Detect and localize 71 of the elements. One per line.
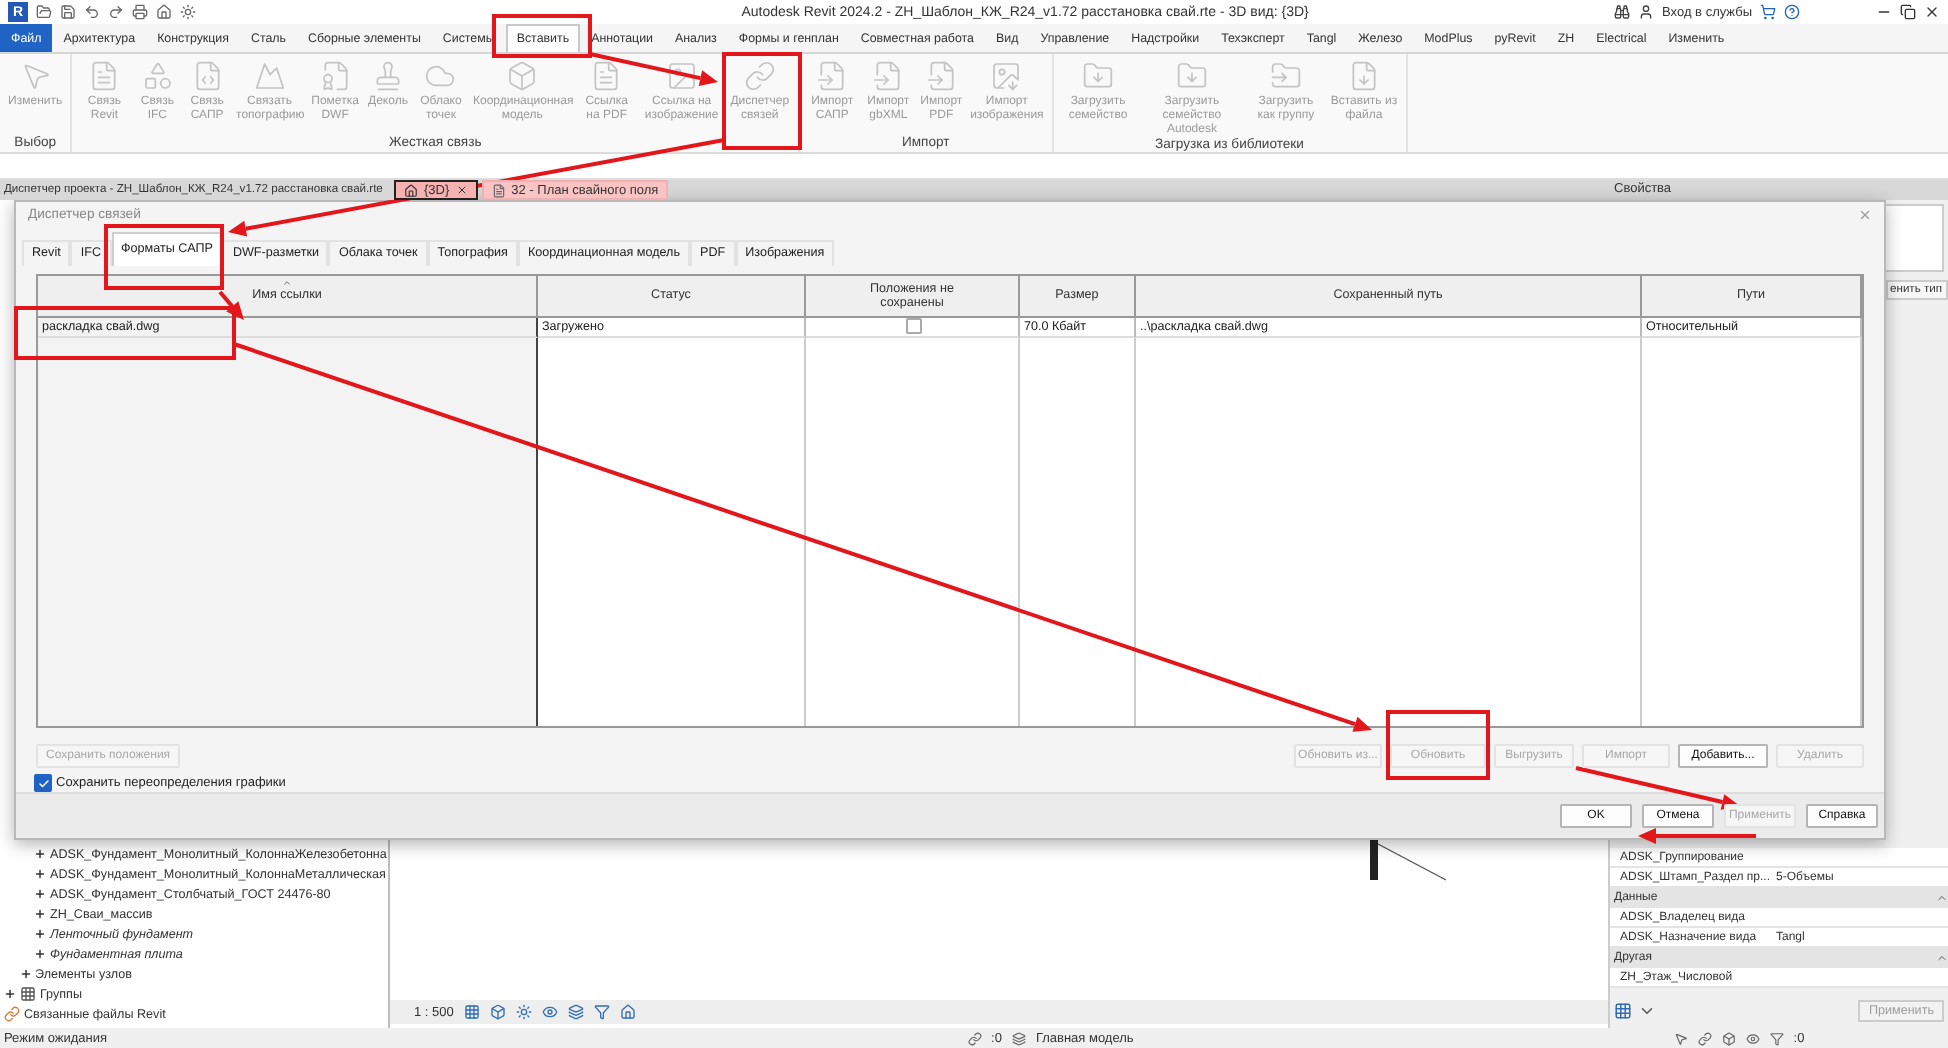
- highlight-frame: [1386, 710, 1490, 780]
- cube-icon[interactable]: [489, 1004, 506, 1020]
- annotation-arrow: [218, 290, 244, 320]
- expand-icon[interactable]: [34, 928, 46, 940]
- highlight-frame: [722, 52, 802, 150]
- restore-icon[interactable]: [1900, 4, 1916, 20]
- file-import-icon: [872, 60, 905, 92]
- printer-icon[interactable]: [132, 4, 148, 20]
- home-icon: [404, 183, 418, 197]
- sun-icon[interactable]: [180, 4, 196, 20]
- link-icon: [4, 1006, 20, 1022]
- mountain-icon: [253, 60, 286, 92]
- home-icon[interactable]: [619, 1004, 636, 1020]
- grid-icon[interactable]: [463, 1004, 480, 1020]
- code-file-icon: [191, 60, 224, 92]
- stamp-icon: [372, 60, 404, 92]
- file-download-icon: [1347, 60, 1380, 92]
- category-icon[interactable]: [1614, 1001, 1632, 1019]
- expand-icon[interactable]: [34, 848, 46, 860]
- file-import-icon: [816, 60, 849, 92]
- home-icon[interactable]: [156, 4, 172, 20]
- undo-icon[interactable]: [84, 4, 100, 20]
- folder-download-icon: [1175, 60, 1208, 92]
- checkbox[interactable]: [906, 318, 922, 335]
- highlight-frame: [492, 14, 592, 58]
- expand-icon[interactable]: [19, 968, 31, 980]
- open-folder-icon[interactable]: [36, 4, 52, 20]
- folder-import-icon: [1269, 60, 1302, 92]
- close-icon[interactable]: [455, 184, 468, 196]
- filter-icon[interactable]: [1769, 1031, 1784, 1045]
- link-icon: [743, 60, 776, 92]
- expand-icon[interactable]: [34, 908, 46, 920]
- checkbox[interactable]: [34, 774, 52, 793]
- layers-icon[interactable]: [567, 1004, 584, 1020]
- eye-icon[interactable]: [1745, 1031, 1760, 1045]
- document-icon: [491, 183, 506, 197]
- cube-icon[interactable]: [1721, 1031, 1736, 1045]
- eye-icon[interactable]: [541, 1004, 558, 1020]
- document-icon: [88, 60, 121, 92]
- annotation-arrow: [1638, 828, 1756, 844]
- sun-icon[interactable]: [515, 1004, 532, 1020]
- cloud-icon: [424, 60, 457, 92]
- cart-icon[interactable]: [1760, 4, 1776, 20]
- link-icon[interactable]: [967, 1031, 982, 1045]
- highlight-frame: [104, 224, 224, 290]
- sort-icon: [282, 277, 292, 288]
- redo-icon[interactable]: [108, 4, 124, 20]
- save-icon[interactable]: [60, 4, 76, 20]
- annotation-arrow: [589, 52, 718, 86]
- folder-download-icon: [1082, 60, 1115, 92]
- link-icon[interactable]: [1697, 1031, 1712, 1045]
- filter-icon[interactable]: [593, 1004, 610, 1020]
- layers-icon[interactable]: [1011, 1031, 1026, 1045]
- pointer-icon: [19, 60, 52, 92]
- pointer-icon[interactable]: [1673, 1031, 1688, 1045]
- group-icon: [20, 986, 36, 1002]
- document-icon: [590, 60, 623, 92]
- user-icon[interactable]: [1638, 4, 1655, 20]
- badge-file-icon: [319, 60, 352, 92]
- expand-icon[interactable]: [34, 888, 46, 900]
- file-import-icon: [925, 60, 958, 92]
- close-icon[interactable]: [1924, 4, 1940, 20]
- help-icon[interactable]: [1784, 4, 1800, 20]
- image-icon: [665, 60, 698, 92]
- binoculars-icon[interactable]: [1614, 4, 1631, 20]
- expand-icon[interactable]: [34, 948, 46, 960]
- expand-icon[interactable]: [34, 868, 46, 880]
- image-download-icon: [990, 60, 1023, 92]
- expand-icon[interactable]: [4, 988, 16, 1000]
- shapes-icon: [141, 60, 174, 92]
- cube-icon: [506, 60, 539, 92]
